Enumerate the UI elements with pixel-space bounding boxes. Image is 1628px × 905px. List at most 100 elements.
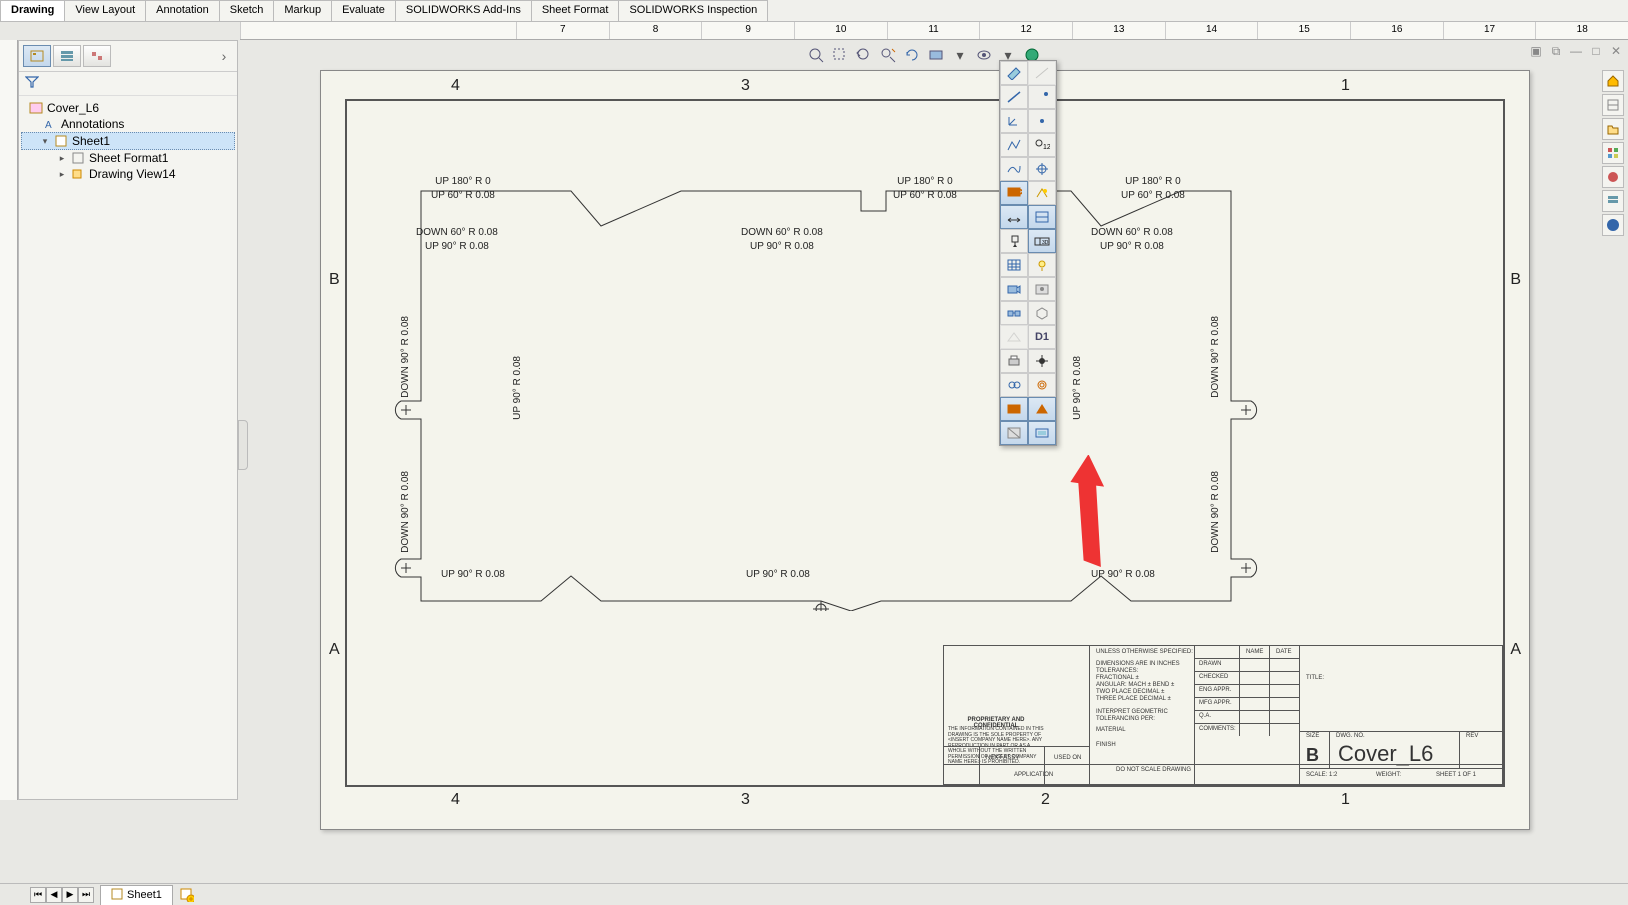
viewport-link-icon[interactable]: ⧉ (1548, 44, 1564, 58)
filter-mesh-icon[interactable] (1000, 325, 1028, 349)
filter-icon[interactable] (25, 77, 39, 91)
filter-axis-icon[interactable] (1028, 61, 1056, 85)
filter-decal-icon[interactable] (1028, 277, 1056, 301)
expand-toggle-icon[interactable]: ▸ (57, 169, 67, 180)
filter-print-icon[interactable] (1000, 349, 1028, 373)
filter-balloon-icon[interactable]: 123 (1028, 133, 1056, 157)
tree-drawing-view[interactable]: ▸ Drawing View14 (21, 166, 235, 182)
section-icon[interactable]: ▾ (949, 44, 971, 66)
sheet-nav-prev-icon[interactable]: ◀ (46, 887, 62, 903)
tab-annotation[interactable]: Annotation (145, 0, 220, 21)
filter-weld-icon[interactable] (1028, 181, 1056, 205)
hide-show-icon[interactable] (973, 44, 995, 66)
drawing-sheet[interactable]: 4 3 2 1 4 3 2 1 B A B A UP 180° R 0UP 60… (320, 70, 1530, 830)
taskpane-properties-icon[interactable] (1602, 190, 1624, 212)
filter-vertex-icon[interactable] (1028, 109, 1056, 133)
zone-top-4: 4 (451, 77, 460, 95)
tree-root[interactable]: Cover_L6 (21, 100, 235, 116)
filter-cosmetic-icon[interactable] (1000, 373, 1028, 397)
filter-block-icon[interactable] (1000, 421, 1028, 445)
filter-datum-icon[interactable] (1000, 229, 1028, 253)
selection-filter-palette[interactable]: 123 ABC 3D D1 (999, 60, 1057, 446)
close-icon[interactable]: ✕ (1608, 44, 1624, 58)
taskpane-home-icon[interactable] (1602, 70, 1624, 92)
add-sheet-icon[interactable] (177, 887, 197, 903)
filter-d1-icon[interactable]: D1 (1028, 325, 1056, 349)
display-style-icon[interactable] (925, 44, 947, 66)
zone-top-1: 1 (1341, 77, 1350, 95)
fm-tab-config-icon[interactable] (83, 45, 111, 67)
filter-view-icon[interactable] (1028, 421, 1056, 445)
minimize-icon[interactable]: — (1568, 44, 1584, 58)
filter-edge-icon[interactable] (1000, 85, 1028, 109)
panel-collapse-handle[interactable] (238, 420, 248, 470)
sheet-nav-last-icon[interactable]: ⏭ (78, 887, 94, 903)
bend-note: DOWN 90° R 0.08 (1209, 471, 1223, 553)
tab-view-layout[interactable]: View Layout (64, 0, 146, 21)
zone-right-b: B (1510, 271, 1521, 289)
zoom-area-icon[interactable] (829, 44, 851, 66)
bend-note: UP 180° R 0UP 60° R 0.08 (893, 175, 957, 203)
filter-grid-icon[interactable] (1000, 253, 1028, 277)
filter-centermark-icon[interactable] (1028, 157, 1056, 181)
sheet-nav-first-icon[interactable]: ⏮ (30, 887, 46, 903)
tab-evaluate[interactable]: Evaluate (331, 0, 396, 21)
taskpane-appearances-icon[interactable] (1602, 166, 1624, 188)
filter-coord-icon[interactable] (1000, 109, 1028, 133)
tab-sheet-format[interactable]: Sheet Format (531, 0, 620, 21)
filter-spline-icon[interactable] (1000, 157, 1028, 181)
filter-origin-icon[interactable] (1028, 349, 1056, 373)
filter-gtol-icon[interactable]: 3D (1028, 229, 1056, 253)
expand-toggle-icon[interactable]: ▸ (57, 153, 67, 164)
taskpane-forum-icon[interactable] (1602, 214, 1624, 236)
filter-light-icon[interactable] (1028, 253, 1056, 277)
collapse-toggle-icon[interactable]: ▾ (40, 136, 50, 147)
filter-surface-finish-icon[interactable] (1028, 205, 1056, 229)
filter-point-icon[interactable] (1028, 85, 1056, 109)
drawing-icon (28, 101, 44, 115)
sheet-tab-sheet1[interactable]: Sheet1 (100, 885, 173, 905)
zone-left-b: B (329, 271, 340, 289)
title-block: UNLESS OTHERWISE SPECIFIED: DIMENSIONS A… (943, 645, 1503, 785)
fm-expand-icon[interactable]: › (215, 45, 233, 67)
tree-sheet1[interactable]: ▾ Sheet1 (21, 132, 235, 150)
tab-sketch[interactable]: Sketch (219, 0, 275, 21)
filter-sketch-icon[interactable] (1000, 133, 1028, 157)
tab-inspection[interactable]: SOLIDWORKS Inspection (618, 0, 768, 21)
tab-drawing[interactable]: Drawing (0, 0, 65, 21)
taskpane-design-library-icon[interactable] (1602, 94, 1624, 116)
filter-body-icon[interactable] (1028, 301, 1056, 325)
fm-tab-property-icon[interactable] (53, 45, 81, 67)
filter-thread-icon[interactable] (1028, 373, 1056, 397)
sheet-icon (111, 888, 123, 903)
zone-bot-2: 2 (1041, 791, 1050, 809)
taskpane-view-palette-icon[interactable] (1602, 142, 1624, 164)
zone-bot-1: 1 (1341, 791, 1350, 809)
filter-camera-icon[interactable] (1000, 277, 1028, 301)
zoom-prev-icon[interactable] (853, 44, 875, 66)
zoom-selection-icon[interactable] (877, 44, 899, 66)
filter-hole-table-icon[interactable] (1000, 397, 1028, 421)
rotate-icon[interactable] (901, 44, 923, 66)
bend-note: UP 90° R 0.08 (511, 356, 525, 420)
bend-note: UP 90° R 0.08 (746, 568, 810, 582)
taskpane-file-explorer-icon[interactable] (1602, 118, 1624, 140)
bend-note: UP 90° R 0.08 (1091, 568, 1155, 582)
bend-note: DOWN 60° R 0.08UP 90° R 0.08 (416, 226, 498, 254)
tree-annotations[interactable]: A Annotations (21, 116, 235, 132)
bend-note: DOWN 60° R 0.08UP 90° R 0.08 (741, 226, 823, 254)
filter-dimension-icon[interactable] (1000, 205, 1028, 229)
viewport-single-icon[interactable]: ▣ (1528, 44, 1544, 58)
zoom-fit-icon[interactable] (805, 44, 827, 66)
fm-tab-tree-icon[interactable] (23, 45, 51, 67)
maximize-icon[interactable]: □ (1588, 44, 1604, 58)
filter-connector-icon[interactable] (1000, 301, 1028, 325)
window-controls: ▣ ⧉ — □ ✕ (1528, 44, 1624, 58)
sheet-nav-next-icon[interactable]: ▶ (62, 887, 78, 903)
filter-revision-icon[interactable] (1028, 397, 1056, 421)
tree-sheet-format[interactable]: ▸ Sheet Format1 (21, 150, 235, 166)
filter-note-icon[interactable]: ABC (1000, 181, 1028, 205)
filter-plane-icon[interactable] (1000, 61, 1028, 85)
tab-addins[interactable]: SOLIDWORKS Add-Ins (395, 0, 532, 21)
tab-markup[interactable]: Markup (273, 0, 332, 21)
